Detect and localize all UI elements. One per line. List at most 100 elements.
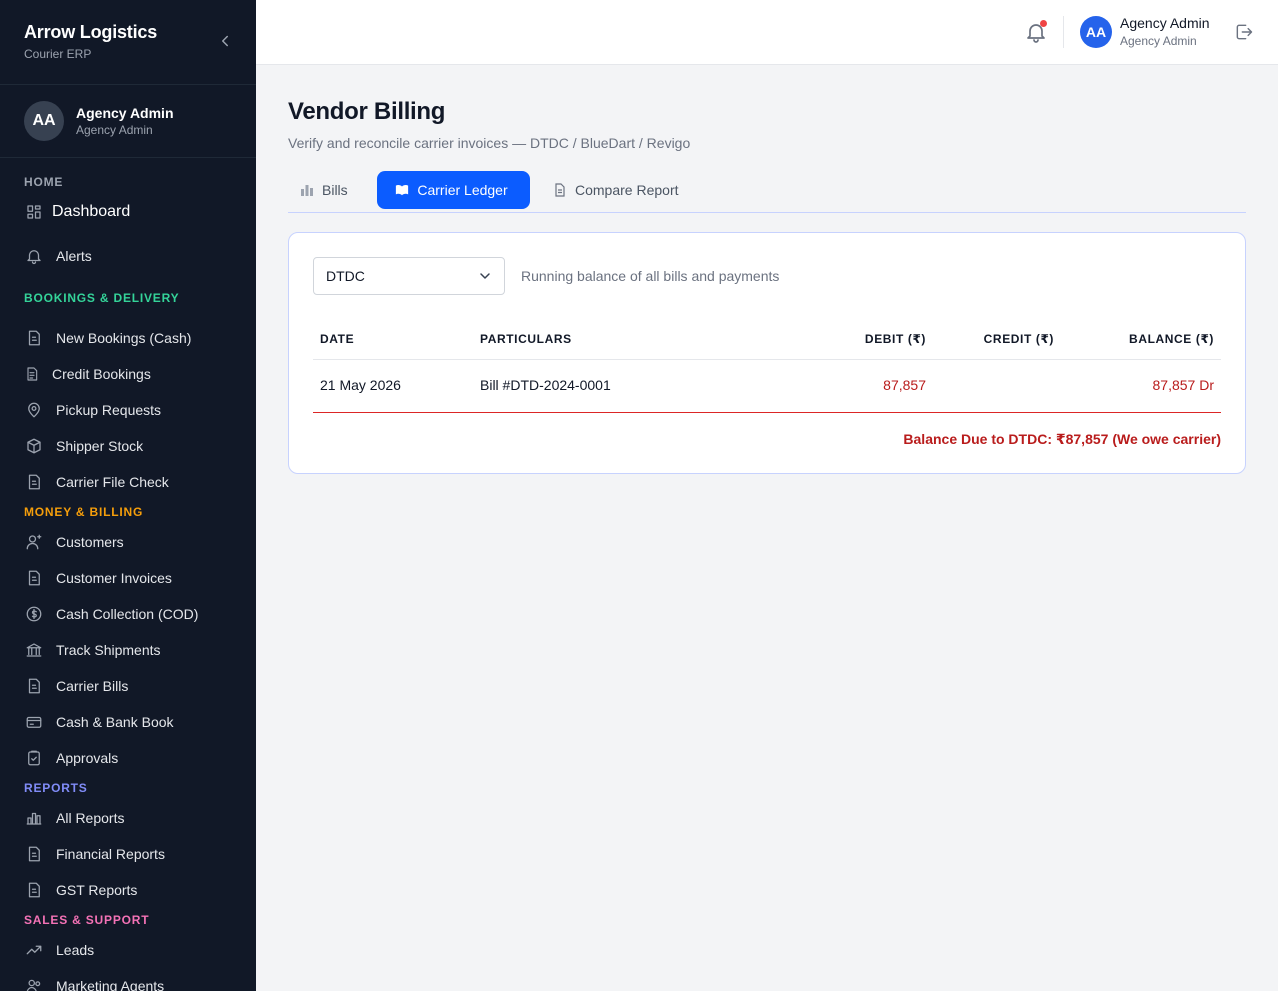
balance-due: Balance Due to DTDC: ₹87,857 (We owe car…	[903, 431, 1221, 447]
sidebar-item-label: Financial Reports	[56, 846, 165, 862]
sidebar-item-label: All Reports	[56, 810, 125, 826]
topbar-divider	[1063, 16, 1064, 48]
column-header-debit: DEBIT (₹)	[864, 332, 926, 346]
bank-icon	[24, 640, 44, 660]
page-subtitle: Verify and reconcile carrier invoices — …	[288, 135, 691, 151]
sidebar-item-label: Cash & Bank Book	[56, 714, 174, 730]
sidebar-item-leads[interactable]: Leads	[24, 936, 244, 964]
sidebar-user-role: Agency Admin	[76, 123, 153, 137]
sidebar-item-label: Approvals	[56, 750, 119, 766]
column-header-credit: CREDIT (₹)	[983, 332, 1054, 346]
notification-dot	[1040, 20, 1047, 27]
tab-carrier-ledger[interactable]: Carrier Ledger	[377, 171, 530, 209]
chevron-left-icon[interactable]	[216, 32, 234, 50]
users-icon	[24, 976, 44, 991]
sidebar-item-marketing-agents[interactable]: Marketing Agents	[24, 972, 244, 991]
sidebar-item-label: Track Shipments	[56, 642, 161, 658]
carrier-select-value: DTDC	[326, 268, 365, 284]
sidebar-item-alerts[interactable]: Alerts	[24, 242, 244, 270]
receipt-icon	[24, 880, 44, 900]
box-icon	[24, 436, 44, 456]
sidebar-item-pickup-requests[interactable]: Pickup Requests	[24, 396, 244, 424]
brand-title: Arrow Logistics	[24, 22, 158, 42]
topbar-user-name: Agency Admin	[1120, 15, 1210, 31]
sidebar-item-customers[interactable]: Customers	[24, 528, 244, 556]
carrier-ledger-card: DTDC Running balance of all bills and pa…	[288, 232, 1246, 474]
sidebar-item-label: Alerts	[56, 248, 92, 264]
sidebar-item-cash-bank-book[interactable]: Cash & Bank Book	[24, 708, 244, 736]
tab-label: Carrier Ledger	[417, 182, 508, 198]
bar-chart-icon	[301, 185, 313, 196]
tabs-divider	[288, 212, 1246, 213]
sidebar-item-label: Carrier File Check	[56, 474, 169, 490]
receipt-icon	[24, 328, 44, 348]
logout-icon[interactable]	[1234, 22, 1254, 42]
sidebar-item-label: New Bookings (Cash)	[56, 330, 192, 346]
sidebar-item-financial-reports[interactable]: Financial Reports	[24, 840, 244, 868]
page-title: Vendor Billing	[288, 98, 446, 125]
cell-balance: 87,857 Dr	[1152, 377, 1214, 393]
sidebar-user-name: Agency Admin	[76, 105, 174, 121]
section-money: MONEY & BILLING	[24, 505, 144, 519]
sidebar-item-label: Carrier Bills	[56, 678, 129, 694]
section-reports: REPORTS	[24, 781, 88, 795]
sidebar-item-label: Credit Bookings	[52, 366, 151, 382]
sidebar-item-label: Pickup Requests	[56, 402, 162, 418]
tab-bills[interactable]: Bills	[300, 171, 360, 209]
trending-up-icon	[24, 940, 44, 960]
receipt-icon	[24, 676, 44, 696]
map-pin-icon	[24, 400, 44, 420]
sidebar-item-label: Customer Invoices	[56, 570, 172, 586]
tab-compare-report[interactable]: Compare Report	[553, 171, 703, 209]
column-header-particulars: PARTICULARS	[480, 332, 572, 346]
sidebar-item-carrier-bills[interactable]: Carrier Bills	[24, 672, 244, 700]
user-icon	[24, 532, 44, 552]
column-header-date: DATE	[320, 332, 355, 346]
sidebar-item-label: Marketing Agents	[56, 978, 165, 991]
sidebar-item-label: Cash Collection (COD)	[56, 606, 199, 622]
grid-icon	[24, 202, 44, 222]
tab-label: Bills	[322, 182, 348, 198]
sidebar-item-track-shipments[interactable]: Track Shipments	[24, 636, 244, 664]
avatar[interactable]: AA	[1080, 16, 1112, 48]
sidebar-item-dashboard[interactable]: Dashboard	[24, 198, 244, 226]
sidebar: Arrow Logistics Courier ERP AA Agency Ad…	[0, 0, 256, 991]
sidebar-item-label: Leads	[56, 942, 95, 958]
section-home: HOME	[24, 175, 64, 189]
column-header-balance: BALANCE (₹)	[1129, 332, 1214, 346]
cell-particulars: Bill #DTD-2024-0001	[480, 377, 611, 393]
receipt-icon	[24, 568, 44, 588]
file-text-icon	[555, 183, 565, 197]
sidebar-item-label: GST Reports	[56, 882, 138, 898]
avatar: AA	[24, 101, 64, 141]
sidebar-item-approvals[interactable]: Approvals	[24, 744, 244, 772]
topbar-user-role: Agency Admin	[1120, 34, 1197, 48]
receipt-icon	[24, 844, 44, 864]
section-bookings: BOOKINGS & DELIVERY	[24, 291, 180, 305]
topbar: AA Agency Admin Agency Admin	[256, 0, 1278, 65]
sidebar-item-shipper-stock[interactable]: Shipper Stock	[24, 432, 244, 460]
sidebar-item-label: Shipper Stock	[56, 438, 144, 454]
sidebar-item-carrier-file-check[interactable]: Carrier File Check	[24, 468, 244, 496]
sidebar-item-all-reports[interactable]: All Reports	[24, 804, 244, 832]
credit-card-icon	[24, 712, 44, 732]
ledger-hint: Running balance of all bills and payment…	[521, 268, 780, 284]
sidebar-item-label: Dashboard	[52, 203, 131, 220]
document-icon	[24, 364, 40, 384]
clipboard-check-icon	[24, 748, 44, 768]
sidebar-item-label: Customers	[56, 534, 124, 550]
table-header-divider	[313, 359, 1221, 360]
section-sales: SALES & SUPPORT	[24, 913, 150, 927]
cell-debit: 87,857	[883, 377, 926, 393]
sidebar-item-gst-reports[interactable]: GST Reports	[24, 876, 244, 904]
tab-label: Compare Report	[575, 182, 679, 198]
sidebar-item-customer-invoices[interactable]: Customer Invoices	[24, 564, 244, 592]
sidebar-item-cash-collection[interactable]: Cash Collection (COD)	[24, 600, 244, 628]
dollar-circle-icon	[24, 604, 44, 624]
sidebar-user: AA Agency Admin Agency Admin	[0, 85, 256, 158]
sidebar-item-new-bookings[interactable]: New Bookings (Cash)	[24, 324, 244, 352]
carrier-select[interactable]: DTDC	[313, 257, 505, 295]
sidebar-item-credit-bookings[interactable]: Credit Bookings	[24, 360, 244, 388]
chevron-down-icon	[480, 273, 490, 279]
book-open-icon	[396, 185, 409, 196]
